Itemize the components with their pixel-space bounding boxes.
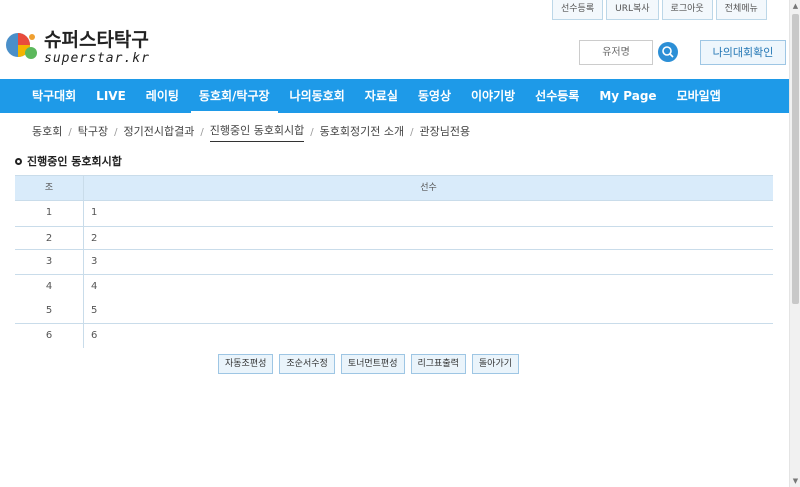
bullet-icon (15, 157, 22, 165)
nav-mobile-app[interactable]: 모바일앱 (669, 79, 729, 113)
subnav-regular-results[interactable]: 정기전시합결과 (124, 123, 195, 142)
vertical-scrollbar[interactable]: ▲ ▼ (789, 0, 800, 487)
subnav-ongoing-matches[interactable]: 진행중인 동호회시합 (209, 122, 305, 142)
table-row: 5 5 (15, 299, 773, 324)
subnav-club[interactable]: 동호회 (32, 123, 62, 142)
group-table: 조 선수 1 1 2 2 3 3 4 4 5 5 6 6 (15, 175, 773, 348)
top-links: 선수등록 URL복사 로그아웃 전체메뉴 (552, 0, 770, 20)
back-button[interactable]: 돌아가기 (471, 354, 520, 374)
nav-tournament[interactable]: 탁구대회 (24, 79, 84, 113)
logo-icon (4, 28, 40, 64)
scroll-thumb[interactable] (792, 14, 799, 304)
nav-stories[interactable]: 이야기방 (463, 79, 523, 113)
table-row: 2 2 (15, 225, 773, 250)
auto-group-button[interactable]: 자동조편성 (218, 354, 274, 374)
table-row: 3 3 (15, 250, 773, 275)
subnav-regular-intro[interactable]: 동호회정기전 소개 (320, 123, 404, 142)
logo-english-text: superstar.kr (44, 51, 150, 66)
search-button[interactable] (658, 42, 678, 62)
nav-club[interactable]: 동호회/탁구장 (190, 79, 278, 113)
header-players: 선수 (420, 183, 437, 193)
main-nav: 탁구대회 LIVE 레이팅 동호회/탁구장 나의동호회 자료실 동영상 이야기방… (0, 79, 789, 113)
nav-rating[interactable]: 레이팅 (138, 79, 187, 113)
edit-order-button[interactable]: 조순서수정 (279, 354, 335, 374)
nav-my-page[interactable]: My Page (591, 79, 664, 113)
nav-live[interactable]: LIVE (88, 79, 134, 113)
header-group: 조 (15, 176, 84, 200)
tournament-bracket-button[interactable]: 토너먼트편성 (340, 354, 405, 374)
site-logo[interactable]: 슈퍼스타탁구 superstar.kr (4, 28, 150, 66)
subnav-table-tennis-hall[interactable]: 탁구장 (78, 123, 108, 142)
user-search-input[interactable]: 유저명 (579, 40, 653, 65)
scroll-up-icon[interactable]: ▲ (790, 0, 800, 12)
subnav-manager-only[interactable]: 관장님전용 (420, 123, 471, 142)
table-row: 6 6 (15, 323, 773, 348)
logout-link[interactable]: 로그아웃 (661, 0, 713, 20)
scroll-down-icon[interactable]: ▼ (790, 475, 800, 487)
table-row: 1 1 (15, 201, 773, 226)
table-header: 조 선수 (15, 176, 773, 201)
nav-my-club[interactable]: 나의동호회 (282, 79, 353, 113)
my-tournaments-button[interactable]: 나의대회확인 (700, 40, 786, 65)
nav-register[interactable]: 선수등록 (527, 79, 587, 113)
nav-videos[interactable]: 동영상 (410, 79, 459, 113)
section-title: 진행중인 동호회시합 (15, 153, 122, 169)
register-player-link[interactable]: 선수등록 (552, 0, 604, 20)
sub-nav: 동호회 / 탁구장 / 정기전시합결과 / 진행중인 동호회시합 / 동호회정기… (32, 122, 470, 142)
logo-korean-text: 슈퍼스타탁구 (44, 29, 149, 51)
nav-resources[interactable]: 자료실 (357, 79, 406, 113)
table-row: 4 4 (15, 274, 773, 299)
all-menu-link[interactable]: 전체메뉴 (715, 0, 767, 20)
search-icon (662, 46, 674, 58)
copy-url-link[interactable]: URL복사 (606, 0, 659, 20)
action-buttons: 자동조편성 조순서수정 토너먼트편성 리그표출력 돌아가기 (218, 354, 525, 374)
print-league-button[interactable]: 리그표출력 (410, 354, 466, 374)
